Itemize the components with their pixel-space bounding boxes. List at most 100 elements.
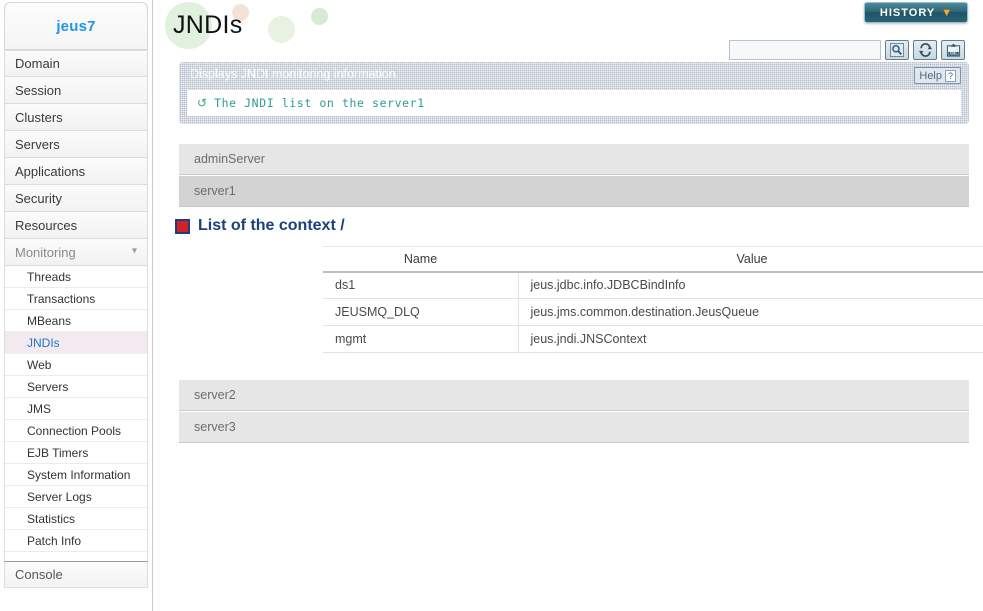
table-row[interactable]: JEUSMQ_DLQ jeus.jms.common.destination.J… xyxy=(323,298,983,326)
table-header-row: Name Value Local Binding xyxy=(323,246,983,273)
sidebar-item-label: Security xyxy=(15,190,62,206)
cell-name: mgmt xyxy=(323,325,519,353)
page-title: JNDIs xyxy=(173,11,243,39)
server-row-server2[interactable]: server2 xyxy=(179,380,969,411)
toolbar: XML xyxy=(729,40,965,60)
refresh-icon: ↺ xyxy=(197,96,208,110)
info-panel: Displays JNDI monitoring information. He… xyxy=(179,62,969,124)
sidebar-subitem-web[interactable]: Web xyxy=(5,354,147,376)
table-body: ds1 jeus.jdbc.info.JDBCBindInfo true JEU… xyxy=(323,271,983,353)
info-message-text: The JNDI list on the server1 xyxy=(214,96,425,110)
sidebar-subitem-transactions[interactable]: Transactions xyxy=(5,288,147,310)
sidebar-subitem-connection-pools[interactable]: Connection Pools xyxy=(5,420,147,442)
page-header: JNDIs HISTORY ▼ XML xyxy=(153,0,983,62)
search-icon[interactable] xyxy=(885,40,909,60)
sidebar-subitem-label: Statistics xyxy=(27,511,76,526)
sidebar-item-servers[interactable]: Servers xyxy=(4,131,148,158)
cell-name: JEUSMQ_DLQ xyxy=(323,298,519,326)
sidebar-subitem-label: EJB Timers xyxy=(27,445,89,460)
sidebar-subitem-label: MBeans xyxy=(27,313,72,328)
cell-value: jeus.jdbc.info.JDBCBindInfo xyxy=(518,271,983,299)
export-xml-icon[interactable]: XML xyxy=(941,40,965,60)
sidebar-item-session[interactable]: Session xyxy=(4,77,148,104)
server-row-label: server1 xyxy=(194,184,236,198)
chevron-down-icon: ▼ xyxy=(941,6,953,19)
sidebar-nav: Domain Session Clusters Servers Applicat… xyxy=(4,50,148,266)
sidebar-item-label: Applications xyxy=(15,163,86,179)
help-button[interactable]: Help ? xyxy=(914,67,961,84)
sidebar-subitem-label: Servers xyxy=(27,379,69,394)
decorative-circle-small-green xyxy=(311,8,328,25)
server-row-adminserver[interactable]: adminServer xyxy=(179,144,969,175)
sidebar-item-monitoring[interactable]: Monitoring ▾ xyxy=(4,239,148,266)
table-row[interactable]: mgmt jeus.jndi.JNSContext false xyxy=(323,325,983,353)
sidebar-item-label: Resources xyxy=(15,217,78,233)
sidebar-subitem-mbeans[interactable]: MBeans xyxy=(5,310,147,332)
sidebar-subitem-label: Patch Info xyxy=(27,533,82,548)
question-mark-icon: ? xyxy=(945,69,956,82)
jndi-table: Name Value Local Binding ds1 jeus.jdbc.i… xyxy=(323,246,983,353)
sidebar-subitem-ejb-timers[interactable]: EJB Timers xyxy=(5,442,147,464)
sidebar-subitem-system-information[interactable]: System Information xyxy=(5,464,147,486)
chevron-down-icon: ▾ xyxy=(131,245,137,257)
server-row-label: server2 xyxy=(194,388,236,402)
decorative-circle-pale-green xyxy=(268,16,295,43)
server-row-label: adminServer xyxy=(194,152,265,166)
search-input[interactable] xyxy=(729,40,881,60)
info-panel-header: Displays JNDI monitoring information. He… xyxy=(187,67,961,87)
sidebar-subitem-servers[interactable]: Servers xyxy=(5,376,147,398)
sidebar-divider xyxy=(4,552,148,562)
sidebar-subitem-label: Transactions xyxy=(27,291,96,306)
sidebar-subitem-label: Web xyxy=(27,357,52,372)
sidebar-item-label: Monitoring xyxy=(15,244,76,260)
sidebar-item-domain[interactable]: Domain xyxy=(4,50,148,77)
sidebar-subitem-jms[interactable]: JMS xyxy=(5,398,147,420)
sidebar-submenu-monitoring: Threads Transactions MBeans JNDIs Web Se… xyxy=(4,266,148,552)
cell-value: jeus.jndi.JNSContext xyxy=(518,325,983,353)
sidebar-subitem-label: Server Logs xyxy=(27,489,92,504)
sidebar-item-label: Servers xyxy=(15,136,60,152)
sidebar-subitem-label: Threads xyxy=(27,269,72,284)
application-root: jeus7 Domain Session Clusters Servers Ap… xyxy=(0,0,983,611)
sidebar-subitem-label: JNDIs xyxy=(27,335,60,350)
square-marker-icon xyxy=(175,218,190,234)
table-header: Name Value Local Binding xyxy=(323,246,983,273)
info-description: Displays JNDI monitoring information. xyxy=(190,67,400,81)
info-message-box: ↺ The JNDI list on the server1 xyxy=(187,90,961,116)
sidebar-item-console[interactable]: Console xyxy=(4,562,148,588)
section-header: List of the context / xyxy=(175,217,345,235)
sidebar-item-resources[interactable]: Resources xyxy=(4,212,148,239)
table-row[interactable]: ds1 jeus.jdbc.info.JDBCBindInfo true xyxy=(323,271,983,299)
sidebar-item-security[interactable]: Security xyxy=(4,185,148,212)
sidebar-subitem-jndis[interactable]: JNDIs xyxy=(5,332,147,354)
column-header-value[interactable]: Value xyxy=(518,246,983,273)
sidebar-subitem-label: JMS xyxy=(27,401,51,416)
sidebar-subitem-statistics[interactable]: Statistics xyxy=(5,508,147,530)
server-row-server3[interactable]: server3 xyxy=(179,412,969,443)
svg-text:XML: XML xyxy=(949,51,958,56)
jndi-table-container: Name Value Local Binding ds1 jeus.jdbc.i… xyxy=(323,246,983,353)
server-row-label: server3 xyxy=(194,420,236,434)
sidebar-subitem-threads[interactable]: Threads xyxy=(5,266,147,288)
refresh-icon[interactable] xyxy=(913,40,937,60)
section-title: List of the context / xyxy=(198,217,345,234)
sidebar-item-clusters[interactable]: Clusters xyxy=(4,104,148,131)
cell-value: jeus.jms.common.destination.JeusQueue xyxy=(518,298,983,326)
sidebar-brand-label: jeus7 xyxy=(56,17,96,35)
sidebar-item-label: Session xyxy=(15,82,62,98)
sidebar-item-label: Domain xyxy=(15,56,60,71)
server-row-server1[interactable]: server1 xyxy=(179,176,969,207)
sidebar-item-applications[interactable]: Applications xyxy=(4,158,148,185)
sidebar-brand: jeus7 xyxy=(4,2,148,50)
sidebar-subitem-label: System Information xyxy=(27,467,131,482)
cell-name: ds1 xyxy=(323,271,519,299)
sidebar-subitem-server-logs[interactable]: Server Logs xyxy=(5,486,147,508)
sidebar-console-label: Console xyxy=(15,567,63,582)
column-header-name[interactable]: Name xyxy=(323,246,518,273)
help-button-label: Help xyxy=(919,69,942,82)
main-content: JNDIs HISTORY ▼ XML Displays JNDI monito… xyxy=(153,0,983,611)
sidebar-subitem-label: Connection Pools xyxy=(27,423,122,438)
sidebar-subitem-patch-info[interactable]: Patch Info xyxy=(5,530,147,552)
sidebar-item-label: Clusters xyxy=(15,109,63,125)
history-button[interactable]: HISTORY ▼ xyxy=(864,2,968,23)
